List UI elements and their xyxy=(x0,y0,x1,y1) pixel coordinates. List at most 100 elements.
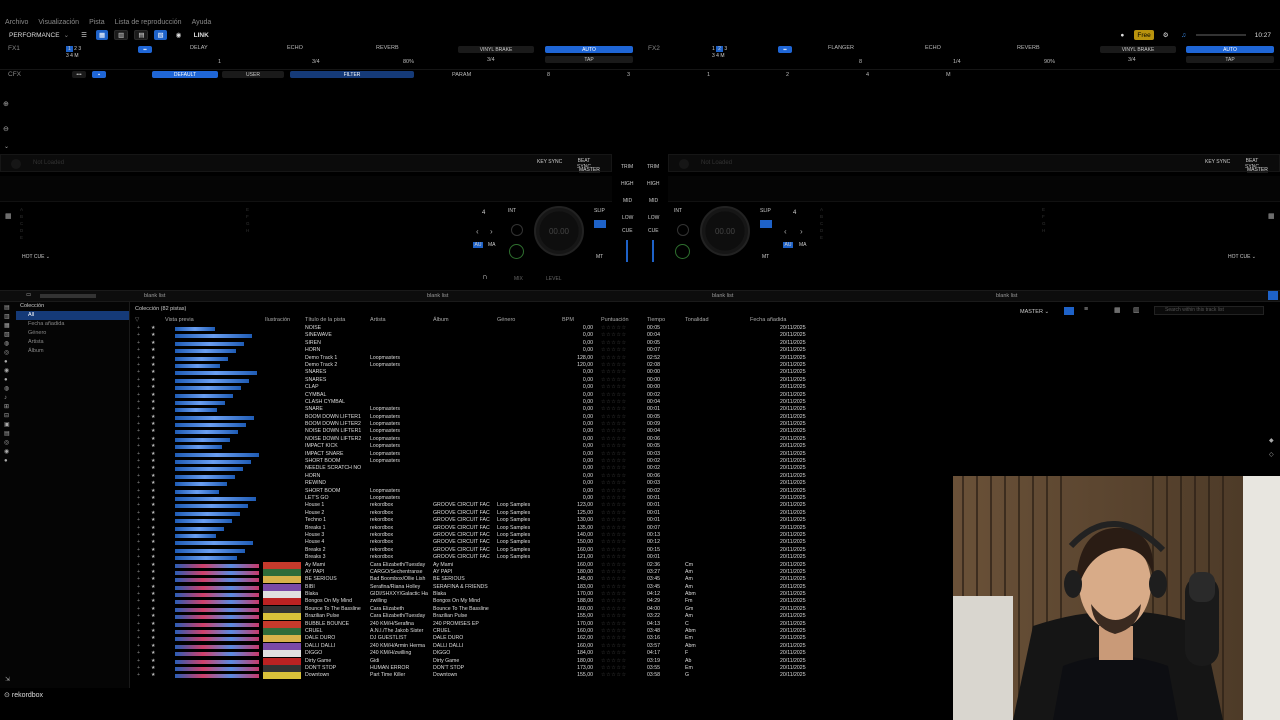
rating-stars[interactable]: ☆☆☆☆☆ xyxy=(601,532,627,539)
fx2-deck-assign[interactable]: 1 2 33 4 M xyxy=(712,46,754,60)
fx1-slot2-name[interactable]: ECHO xyxy=(287,45,303,51)
star-icon[interactable]: ★ xyxy=(151,399,156,406)
deck1-int[interactable]: INT xyxy=(508,208,516,214)
table-row[interactable]: + ★ NEEDLE SCRATCH NO 0,00 00:02 20/11/2025 ☆☆… xyxy=(135,465,1265,472)
zoom-out-icon[interactable]: ⊖ xyxy=(3,125,9,133)
rating-stars[interactable]: ☆☆☆☆☆ xyxy=(601,392,627,399)
star-icon[interactable]: ★ xyxy=(151,554,156,561)
col-key[interactable]: Tonalidad xyxy=(685,317,709,323)
cfx-num-5[interactable]: 4 xyxy=(866,72,869,78)
preview-waveform[interactable] xyxy=(175,511,240,516)
deck1-jog-wheel[interactable]: 00.00 xyxy=(534,206,584,256)
add-to-list-icon[interactable]: + xyxy=(137,532,140,539)
star-icon[interactable]: ★ xyxy=(151,355,156,362)
rating-stars[interactable]: ☆☆☆☆☆ xyxy=(601,340,627,347)
star-icon[interactable]: ★ xyxy=(151,621,156,628)
preview-waveform[interactable] xyxy=(175,452,259,457)
add-to-list-icon[interactable]: + xyxy=(137,495,140,502)
rating-stars[interactable]: ☆☆☆☆☆ xyxy=(601,495,627,502)
deck2-au[interactable]: AU xyxy=(783,242,793,248)
table-row[interactable]: + ★ CYMBAL 0,00 00:02 20/11/2025 ☆☆☆☆☆ xyxy=(135,392,1265,399)
headphones-cue-icon[interactable]: ∩ xyxy=(482,272,488,281)
star-icon[interactable]: ★ xyxy=(151,584,156,591)
star-icon[interactable]: ★ xyxy=(151,628,156,635)
mixer-low-1[interactable]: LOW xyxy=(622,215,633,221)
fx1-deck-assign[interactable]: 1 2 33 4 M xyxy=(66,46,108,60)
star-icon[interactable]: ★ xyxy=(151,635,156,642)
star-icon[interactable]: ★ xyxy=(151,539,156,546)
preview-waveform[interactable] xyxy=(175,504,248,509)
mixer-mid-1[interactable]: MID xyxy=(623,198,632,204)
table-row[interactable]: + ★ HORN 0,00 00:07 20/11/2025 ☆☆☆☆☆ xyxy=(135,347,1265,354)
add-to-list-icon[interactable]: + xyxy=(137,414,140,421)
preview-waveform[interactable] xyxy=(175,666,259,671)
star-icon[interactable]: ★ xyxy=(151,650,156,657)
star-icon[interactable]: ★ xyxy=(151,414,156,421)
star-icon[interactable]: ★ xyxy=(151,473,156,480)
sidebar-icons[interactable]: ▤ ▥ ▦ ▧ ◍ ◎ ● ◉ ● ◍ ♪ ⊞ ⊟ ▣ ▤ ◎ ◉ ● xyxy=(4,304,12,466)
deck2-hotcue-select[interactable]: HOT CUE ⌄ xyxy=(1228,254,1256,260)
deck2-keysync[interactable]: KEY SYNC xyxy=(1205,159,1230,165)
deck1-master[interactable]: MASTER xyxy=(579,167,600,173)
add-to-list-icon[interactable]: + xyxy=(137,672,140,679)
cfx-on-button[interactable]: ▪ xyxy=(92,71,106,78)
menu-ayuda[interactable]: Ayuda xyxy=(192,19,212,26)
add-to-list-icon[interactable]: + xyxy=(137,539,140,546)
layout-4deck-icon[interactable]: ▥ xyxy=(114,30,129,40)
cfx-dots-icon[interactable]: ••• xyxy=(72,71,86,78)
table-row[interactable]: + ★ SNARES 0,00 00:00 20/11/2025 ☆☆☆☆☆ xyxy=(135,369,1265,376)
deck1-keysync[interactable]: KEY SYNC xyxy=(537,159,562,165)
add-to-list-icon[interactable]: + xyxy=(137,650,140,657)
star-icon[interactable]: ★ xyxy=(151,347,156,354)
deck2-cue-button[interactable] xyxy=(677,224,689,236)
rating-stars[interactable]: ☆☆☆☆☆ xyxy=(601,458,627,465)
add-to-list-icon[interactable]: + xyxy=(137,598,140,605)
deck2-ma[interactable]: MA xyxy=(799,242,807,248)
preview-waveform[interactable] xyxy=(175,607,259,612)
table-row[interactable]: + ★ SNARE Loopmasters 0,00 00:01 20/11/2025 ☆☆☆… xyxy=(135,406,1265,413)
rating-stars[interactable]: ☆☆☆☆☆ xyxy=(601,428,627,435)
preview-waveform[interactable] xyxy=(175,615,259,620)
rating-stars[interactable]: ☆☆☆☆☆ xyxy=(601,332,627,339)
star-icon[interactable]: ★ xyxy=(151,377,156,384)
tree-coleccion[interactable]: Colección xyxy=(0,302,129,311)
browser-view-toggle[interactable] xyxy=(1268,291,1278,300)
add-to-list-icon[interactable]: + xyxy=(137,332,140,339)
star-icon[interactable]: ★ xyxy=(151,547,156,554)
rating-stars[interactable]: ☆☆☆☆☆ xyxy=(601,672,627,679)
preview-waveform[interactable] xyxy=(175,541,253,546)
deck1-ma[interactable]: MA xyxy=(488,242,496,248)
rating-stars[interactable]: ☆☆☆☆☆ xyxy=(601,650,627,657)
fx2-slot2-name[interactable]: ECHO xyxy=(925,45,941,51)
star-icon[interactable]: ★ xyxy=(151,672,156,679)
table-row[interactable]: + ★ SNARES 0,00 00:00 20/11/2025 ☆☆☆☆☆ xyxy=(135,377,1265,384)
preview-waveform[interactable] xyxy=(175,341,244,346)
fx1-slot1-name[interactable]: DELAY xyxy=(190,45,208,51)
fx2-auto-button[interactable]: AUTO xyxy=(1186,46,1274,53)
mode-select[interactable]: PERFORMANCE ⌄ xyxy=(6,30,72,40)
table-row[interactable]: + ★ CLASH CYMBAL 0,00 00:04 20/11/2025 ☆☆☆☆☆ xyxy=(135,399,1265,406)
deck2-prev-icon[interactable]: ‹ xyxy=(784,227,787,236)
table-row[interactable]: + ★ BOOM DOWN LIFTER1 Loopmasters 0,00 00:05 2… xyxy=(135,414,1265,421)
add-to-list-icon[interactable]: + xyxy=(137,480,140,487)
link-button[interactable]: LINK xyxy=(191,30,212,40)
menu-archivo[interactable]: Archivo xyxy=(5,19,28,26)
preview-waveform[interactable] xyxy=(175,630,259,635)
add-to-list-icon[interactable]: + xyxy=(137,547,140,554)
table-row[interactable]: + ★ NOISE DOWN LIFTER2 Loopmasters 0,00 00:06… xyxy=(135,436,1265,443)
deck1-waveform-overview[interactable] xyxy=(0,176,612,202)
preview-waveform[interactable] xyxy=(175,496,256,501)
mixer-cue-2[interactable]: CUE xyxy=(648,228,659,234)
table-row[interactable]: + ★ SINEWAVE 0,00 00:04 20/11/2025 ☆☆☆☆☆ xyxy=(135,332,1265,339)
preview-waveform[interactable] xyxy=(175,644,259,649)
rating-stars[interactable]: ☆☆☆☆☆ xyxy=(601,377,627,384)
rating-stars[interactable]: ☆☆☆☆☆ xyxy=(601,473,627,480)
deck1-grid-icon[interactable]: ▦ xyxy=(5,212,12,220)
rating-stars[interactable]: ☆☆☆☆☆ xyxy=(601,369,627,376)
deck2-master[interactable]: MASTER xyxy=(1247,167,1268,173)
preview-waveform[interactable] xyxy=(175,386,241,391)
col-genre[interactable]: Género xyxy=(497,317,515,323)
preview-waveform[interactable] xyxy=(175,519,232,524)
add-to-list-icon[interactable]: + xyxy=(137,325,140,332)
col-artist[interactable]: Artista xyxy=(370,317,386,323)
